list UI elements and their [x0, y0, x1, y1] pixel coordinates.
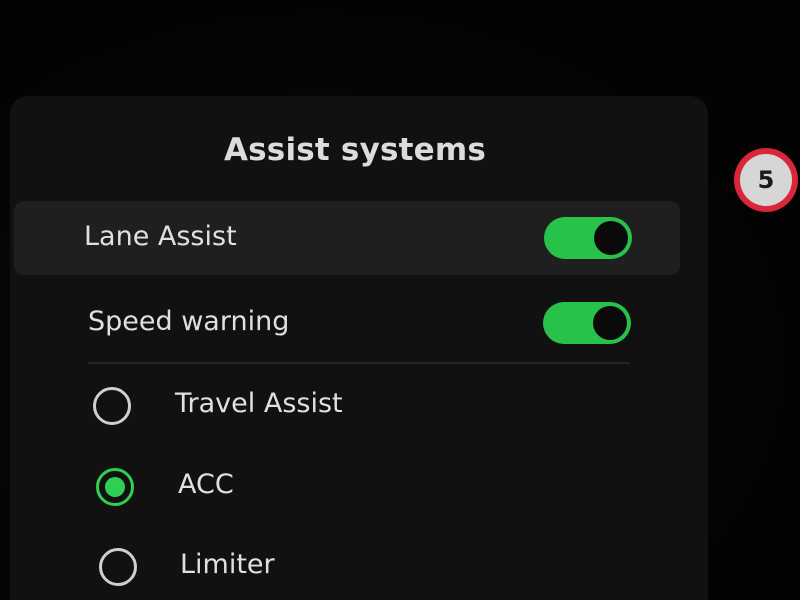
acc-label[interactable]: ACC	[178, 469, 234, 500]
radio-selected-dot	[105, 477, 125, 497]
screen: Assist systems Lane Assist Speed warning…	[0, 0, 800, 600]
speed-warning-toggle[interactable]	[543, 302, 631, 344]
travel-assist-label[interactable]: Travel Assist	[175, 388, 343, 419]
speed-limit-sign-icon: 5	[734, 148, 798, 212]
lane-assist-label: Lane Assist	[84, 221, 237, 252]
limiter-label[interactable]: Limiter	[180, 549, 275, 580]
panel-title: Assist systems	[223, 132, 487, 168]
toggle-knob	[594, 221, 628, 255]
divider	[88, 362, 630, 364]
speed-warning-label: Speed warning	[88, 306, 290, 337]
assist-systems-panel	[10, 96, 708, 600]
travel-assist-radio[interactable]	[93, 387, 131, 425]
speed-limit-value: 5	[740, 154, 792, 206]
limiter-radio[interactable]	[99, 548, 137, 586]
acc-radio[interactable]	[96, 468, 134, 506]
toggle-knob	[593, 306, 627, 340]
lane-assist-toggle[interactable]	[544, 217, 632, 259]
